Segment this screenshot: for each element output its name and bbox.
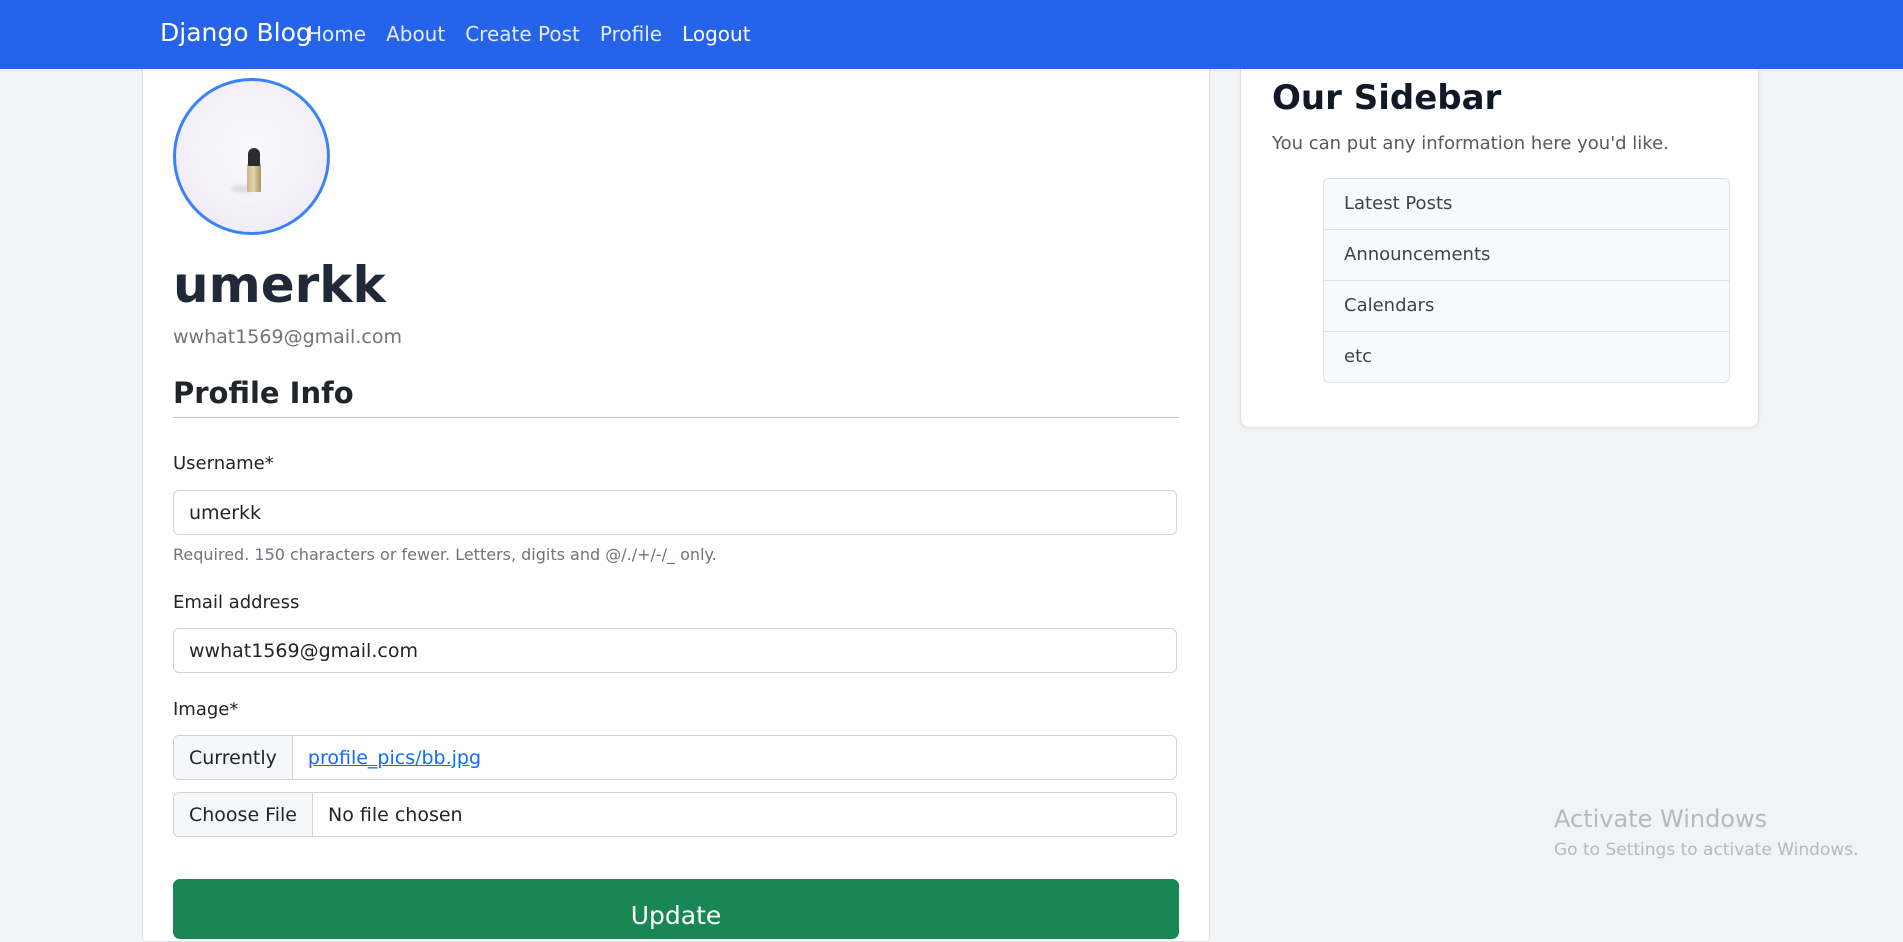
activate-windows-title: Activate Windows bbox=[1554, 805, 1768, 833]
section-divider bbox=[173, 417, 1179, 418]
brand-link[interactable]: Django Blog bbox=[160, 18, 312, 47]
profile-email: wwhat1569@gmail.com bbox=[173, 326, 402, 348]
image-label: Image* bbox=[173, 699, 239, 720]
nav-create-post[interactable]: Create Post bbox=[465, 22, 580, 46]
profile-username: umerkk bbox=[173, 256, 386, 314]
sidebar-title: Our Sidebar bbox=[1272, 78, 1502, 118]
file-input[interactable]: Choose File No file chosen bbox=[173, 792, 1177, 837]
currently-label: Currently bbox=[174, 736, 293, 779]
username-input[interactable] bbox=[173, 490, 1177, 535]
choose-file-button[interactable]: Choose File bbox=[174, 793, 313, 836]
profile-info-title: Profile Info bbox=[173, 376, 354, 410]
current-image-link[interactable]: profile_pics/bb.jpg bbox=[308, 747, 481, 769]
activate-windows-subtitle: Go to Settings to activate Windows. bbox=[1554, 840, 1859, 860]
update-button[interactable]: Update bbox=[173, 879, 1179, 939]
username-label: Username* bbox=[173, 453, 274, 474]
no-file-text: No file chosen bbox=[327, 803, 463, 826]
nav-about[interactable]: About bbox=[386, 22, 445, 46]
email-label: Email address bbox=[173, 592, 300, 613]
sidebar-item-latest-posts[interactable]: Latest Posts bbox=[1324, 179, 1729, 230]
profile-avatar bbox=[173, 78, 330, 235]
avatar-bullet-image bbox=[231, 148, 261, 192]
nav-links: Home About Create Post Profile Logout bbox=[307, 22, 751, 46]
sidebar-item-calendars[interactable]: Calendars bbox=[1324, 281, 1729, 332]
sidebar-item-etc[interactable]: etc bbox=[1324, 332, 1729, 382]
sidebar-item-announcements[interactable]: Announcements bbox=[1324, 230, 1729, 281]
username-help-text: Required. 150 characters or fewer. Lette… bbox=[173, 545, 717, 564]
current-image-group: Currently profile_pics/bb.jpg bbox=[173, 735, 1177, 780]
nav-profile[interactable]: Profile bbox=[600, 22, 662, 46]
sidebar-description: You can put any information here you'd l… bbox=[1272, 133, 1669, 154]
nav-home[interactable]: Home bbox=[307, 22, 366, 46]
nav-logout[interactable]: Logout bbox=[682, 22, 750, 46]
sidebar-list: Latest Posts Announcements Calendars etc bbox=[1323, 178, 1730, 383]
email-input[interactable] bbox=[173, 628, 1177, 673]
top-navbar: Django Blog Home About Create Post Profi… bbox=[0, 0, 1903, 69]
current-image-value: profile_pics/bb.jpg bbox=[293, 736, 496, 779]
